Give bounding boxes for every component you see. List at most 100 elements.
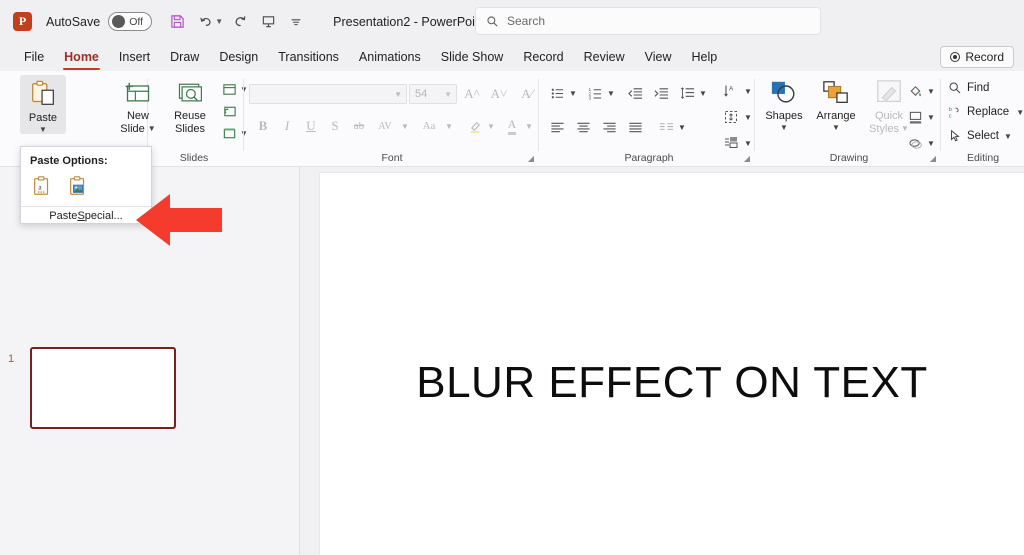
new-slide-dropdown-caret-icon[interactable]: ▼: [148, 124, 156, 133]
bullets-button[interactable]: [546, 83, 568, 103]
font-size-caret-icon[interactable]: ▼: [444, 90, 452, 99]
autosave-toggle[interactable]: Off: [108, 12, 153, 31]
tab-animations[interactable]: Animations: [349, 47, 431, 68]
change-case-button[interactable]: Aa: [416, 116, 442, 136]
section-button[interactable]: [218, 123, 240, 143]
tab-help[interactable]: Help: [681, 47, 727, 68]
shape-fill-caret-icon[interactable]: ▼: [927, 87, 935, 96]
numbering-button[interactable]: 123: [584, 83, 606, 103]
bullets-caret-icon[interactable]: ▼: [569, 89, 577, 98]
slide-title-text[interactable]: BLUR EFFECT ON TEXT: [320, 358, 1024, 408]
tab-insert[interactable]: Insert: [109, 47, 160, 68]
font-dialog-launcher[interactable]: ◢: [528, 154, 534, 163]
tab-design[interactable]: Design: [209, 47, 268, 68]
change-case-caret-icon[interactable]: ▼: [445, 122, 453, 131]
search-input[interactable]: Search: [475, 7, 821, 35]
select-button[interactable]: Select ▼: [948, 129, 1012, 143]
tab-transitions[interactable]: Transitions: [268, 47, 349, 68]
convert-to-smartart-button[interactable]: [720, 133, 742, 153]
shape-outline-caret-icon[interactable]: ▼: [927, 113, 935, 122]
shapes-button[interactable]: Shapes ▼: [760, 75, 808, 132]
keep-text-only-icon[interactable]: a: [29, 173, 55, 199]
reuse-slides-label-line1: Reuse: [174, 110, 206, 122]
font-color-caret-icon[interactable]: ▼: [525, 122, 533, 131]
replace-button[interactable]: bc Replace ▼: [948, 105, 1024, 119]
tab-draw[interactable]: Draw: [160, 47, 209, 68]
reset-button[interactable]: [218, 101, 240, 121]
arrange-dropdown-caret-icon[interactable]: ▼: [832, 123, 840, 132]
shape-fill-icon: [910, 85, 921, 96]
paste-special-menu-item[interactable]: Paste Special...: [21, 207, 151, 224]
underline-button[interactable]: U: [300, 116, 322, 136]
line-spacing-button[interactable]: [676, 83, 698, 103]
align-right-button[interactable]: [598, 117, 620, 137]
paste-button[interactable]: Paste ▼: [20, 75, 66, 134]
text-highlight-color-button[interactable]: [464, 116, 486, 136]
justify-button[interactable]: [624, 117, 646, 137]
character-spacing-button[interactable]: AV: [372, 116, 398, 136]
redo-icon[interactable]: [227, 9, 253, 35]
save-icon[interactable]: [164, 9, 190, 35]
increase-font-size-button[interactable]: A^: [460, 84, 484, 104]
shape-effects-button[interactable]: [904, 133, 926, 153]
paste-dropdown-caret-icon[interactable]: ▼: [39, 125, 47, 134]
shape-fill-button[interactable]: [904, 81, 926, 101]
picture-paste-icon[interactable]: [65, 173, 91, 199]
record-button[interactable]: Record: [940, 46, 1014, 68]
decrease-indent-button[interactable]: [624, 83, 646, 103]
start-presentation-icon[interactable]: [255, 9, 281, 35]
bold-button[interactable]: B: [252, 116, 274, 136]
italic-button[interactable]: I: [276, 116, 298, 136]
quick-styles-label-line1: Quick: [874, 110, 904, 122]
tab-file[interactable]: File: [14, 47, 54, 68]
layout-icon: [222, 83, 236, 95]
group-label-paragraph: Paragraph: [624, 152, 674, 164]
shape-outline-icon: [909, 111, 921, 123]
tab-review[interactable]: Review: [574, 47, 635, 68]
columns-button[interactable]: [655, 117, 677, 137]
tab-view[interactable]: View: [635, 47, 682, 68]
new-slide-button[interactable]: New Slide ▼: [110, 75, 166, 135]
text-direction-button[interactable]: A: [720, 81, 742, 101]
align-left-button[interactable]: [546, 117, 568, 137]
highlight-caret-icon[interactable]: ▼: [487, 122, 495, 131]
text-shadow-button[interactable]: S: [324, 116, 346, 136]
font-name-caret-icon[interactable]: ▼: [394, 90, 402, 99]
customize-quick-access-icon[interactable]: [283, 9, 309, 35]
line-spacing-caret-icon[interactable]: ▼: [699, 89, 707, 98]
decrease-font-size-button[interactable]: A˅: [487, 84, 511, 104]
reuse-slides-button[interactable]: Reuse Slides: [166, 75, 214, 135]
arrange-button[interactable]: Arrange ▼: [810, 75, 862, 132]
select-caret-icon[interactable]: ▼: [1004, 132, 1012, 141]
svg-text:A: A: [729, 86, 734, 93]
numbering-caret-icon[interactable]: ▼: [607, 89, 615, 98]
align-text-button[interactable]: [720, 107, 742, 127]
paragraph-dialog-launcher[interactable]: ◢: [744, 154, 750, 163]
tab-record[interactable]: Record: [513, 47, 573, 68]
strikethrough-button[interactable]: ab: [348, 116, 370, 136]
find-button[interactable]: Find: [948, 81, 989, 95]
columns-caret-icon[interactable]: ▼: [678, 123, 686, 132]
increase-indent-button[interactable]: [650, 83, 672, 103]
align-text-caret-icon[interactable]: ▼: [744, 113, 752, 122]
shape-effects-caret-icon[interactable]: ▼: [927, 139, 935, 148]
align-center-button[interactable]: [572, 117, 594, 137]
ribbon-group-drawing: Shapes ▼ Arrange ▼ Quick Styles ▼ ▼ ▼ ▼ …: [756, 71, 942, 167]
clear-formatting-button[interactable]: A∕: [515, 84, 539, 104]
layout-button[interactable]: [218, 79, 240, 99]
slide-thumbnail-1[interactable]: [30, 347, 176, 429]
tab-home[interactable]: Home: [54, 47, 109, 70]
character-spacing-caret-icon[interactable]: ▼: [401, 122, 409, 131]
font-name-input[interactable]: ▼: [249, 84, 407, 104]
tab-slide-show[interactable]: Slide Show: [431, 47, 514, 68]
smartart-caret-icon[interactable]: ▼: [744, 139, 752, 148]
replace-caret-icon[interactable]: ▼: [1016, 108, 1024, 117]
shapes-dropdown-caret-icon[interactable]: ▼: [780, 123, 788, 132]
font-size-input[interactable]: 54 ▼: [409, 84, 457, 104]
shape-outline-button[interactable]: [904, 107, 926, 127]
slide-canvas[interactable]: BLUR EFFECT ON TEXT: [320, 173, 1024, 555]
drawing-dialog-launcher[interactable]: ◢: [930, 154, 936, 163]
undo-dropdown-caret-icon[interactable]: ▼: [215, 17, 223, 26]
text-direction-caret-icon[interactable]: ▼: [744, 87, 752, 96]
font-color-button[interactable]: A: [501, 116, 523, 136]
